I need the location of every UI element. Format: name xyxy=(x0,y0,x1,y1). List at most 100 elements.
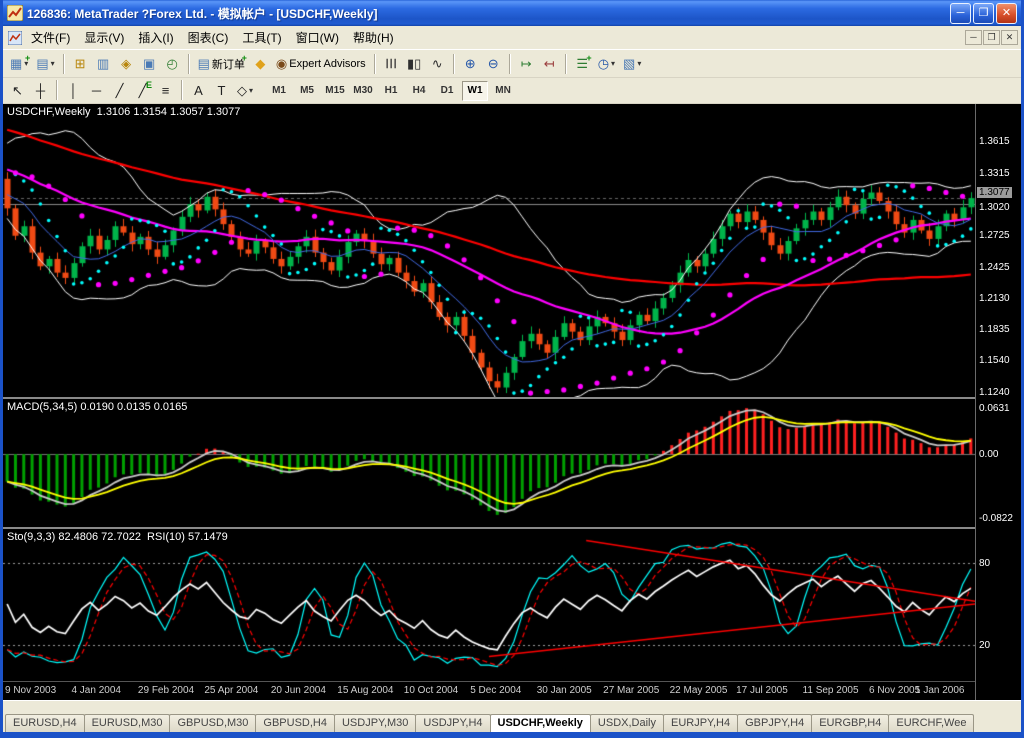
zoom-in-button[interactable]: ⊕ xyxy=(459,53,482,75)
minimize-button[interactable]: ─ xyxy=(950,3,971,24)
axis-label: 1.2130 xyxy=(979,293,1010,304)
child-minimize-button[interactable]: ─ xyxy=(965,30,982,45)
time-axis-label: 4 Jan 2004 xyxy=(71,685,121,696)
chart-shift-button[interactable]: ↤ xyxy=(538,53,561,75)
arrows-tool-button[interactable]: ◇▾ xyxy=(233,80,257,102)
timeframe-h1-button[interactable]: H1 xyxy=(378,81,404,101)
text-tool-icon: A xyxy=(194,84,203,97)
new-chart-icon: ▦ xyxy=(10,57,22,70)
toolbar-separator xyxy=(374,54,376,74)
market-watch-icon: ⊞ xyxy=(75,57,86,70)
time-axis-label: 9 Nov 2003 xyxy=(5,685,56,696)
periods-button[interactable]: ◷▾ xyxy=(594,53,619,75)
chart-candles-button[interactable]: ▮▯ xyxy=(403,53,426,75)
templates-button[interactable]: ▧▾ xyxy=(619,53,645,75)
axis-label: -0.0822 xyxy=(979,513,1013,524)
toolbar-separator xyxy=(188,54,190,74)
chart-tab-usdx-daily[interactable]: USDX,Daily xyxy=(590,714,664,732)
indicators-button[interactable]: ☰+ xyxy=(571,53,594,75)
menu-help[interactable]: 帮助(H) xyxy=(346,26,401,49)
menu-view[interactable]: 显示(V) xyxy=(77,26,131,49)
timeframe-m5-button[interactable]: M5 xyxy=(294,81,320,101)
timeframe-w1-button[interactable]: W1 xyxy=(462,81,488,101)
fibonacci-icon: ≡ xyxy=(162,84,170,97)
chart-bars-button[interactable]: ☰ xyxy=(380,53,403,75)
new-order-button[interactable]: ▤+新订单 xyxy=(194,53,249,75)
restore-button[interactable]: ❐ xyxy=(973,3,994,24)
timeframe-mn-button[interactable]: MN xyxy=(490,81,516,101)
menu-tools[interactable]: 工具(T) xyxy=(235,26,288,49)
market-watch-button[interactable]: ⊞ xyxy=(69,53,92,75)
expert-advisors-button[interactable]: ◉Expert Advisors xyxy=(272,53,370,75)
templates-dropdown-icon[interactable]: ▾ xyxy=(637,59,641,68)
chart-tab-gbpusd-m30[interactable]: GBPUSD,M30 xyxy=(169,714,256,732)
equidistant-channel-badge-icon: E xyxy=(146,81,152,90)
chart-line-button[interactable]: ∿ xyxy=(426,53,449,75)
chart-tab-usdjpy-h4[interactable]: USDJPY,H4 xyxy=(415,714,490,732)
equidistant-channel-button[interactable]: ╱E xyxy=(131,80,154,102)
time-axis-label: 30 Jan 2005 xyxy=(537,685,592,696)
price-axis[interactable]: 1.36151.33151.30201.27251.24251.21301.18… xyxy=(975,104,1021,700)
cursor-button[interactable]: ↖ xyxy=(6,80,29,102)
menu-insert[interactable]: 插入(I) xyxy=(131,26,180,49)
profiles-icon: ▤ xyxy=(36,57,48,70)
stochastic-canvas[interactable] xyxy=(3,529,975,681)
periods-dropdown-icon[interactable]: ▾ xyxy=(611,59,615,68)
chart-tab-eurusd-m30[interactable]: EURUSD,M30 xyxy=(84,714,171,732)
chart-tab-eurgbp-h4[interactable]: EURGBP,H4 xyxy=(811,714,889,732)
data-window-button[interactable]: ▥ xyxy=(92,53,115,75)
menu-file[interactable]: 文件(F) xyxy=(24,26,77,49)
timeframe-m30-button[interactable]: M30 xyxy=(350,81,376,101)
horizontal-line-icon: ─ xyxy=(92,84,101,97)
auto-scroll-button[interactable]: ↦ xyxy=(515,53,538,75)
menu-bar: 文件(F)显示(V)插入(I)图表(C)工具(T)窗口(W)帮助(H) ─ ❐ … xyxy=(3,26,1021,50)
menu-window[interactable]: 窗口(W) xyxy=(289,26,346,49)
chart-line-icon: ∿ xyxy=(432,57,443,70)
axis-label: 1.2425 xyxy=(979,262,1010,273)
price-chart-canvas[interactable] xyxy=(3,104,975,397)
chart-tab-eurjpy-h4[interactable]: EURJPY,H4 xyxy=(663,714,738,732)
zoom-out-icon: ⊖ xyxy=(488,57,499,70)
chart-tab-eurusd-h4[interactable]: EURUSD,H4 xyxy=(5,714,85,732)
text-label-icon: T xyxy=(218,84,226,97)
current-price-label: 1.3077 xyxy=(977,187,1012,198)
chart-tab-usdjpy-m30[interactable]: USDJPY,M30 xyxy=(334,714,416,732)
chart-tab-gbpjpy-h4[interactable]: GBPJPY,H4 xyxy=(737,714,812,732)
horizontal-line-button[interactable]: ─ xyxy=(85,80,108,102)
timeframe-d1-button[interactable]: D1 xyxy=(434,81,460,101)
chart-tab-usdchf-weekly[interactable]: USDCHF,Weekly xyxy=(490,714,591,732)
menu-charts[interactable]: 图表(C) xyxy=(181,26,236,49)
metaeditor-button[interactable]: ◆ xyxy=(249,53,272,75)
timeframe-m1-button[interactable]: M1 xyxy=(266,81,292,101)
time-axis-label: 22 May 2005 xyxy=(670,685,728,696)
zoom-out-button[interactable]: ⊖ xyxy=(482,53,505,75)
timeframe-h4-button[interactable]: H4 xyxy=(406,81,432,101)
axis-label: 1.3020 xyxy=(979,202,1010,213)
templates-icon: ▧ xyxy=(623,57,635,70)
navigator-button[interactable]: ◈ xyxy=(115,53,138,75)
time-axis-label: 27 Mar 2005 xyxy=(603,685,659,696)
child-restore-button[interactable]: ❐ xyxy=(983,30,1000,45)
fibonacci-button[interactable]: ≡ xyxy=(154,80,177,102)
arrows-tool-dropdown-icon[interactable]: ▾ xyxy=(249,86,253,95)
vertical-line-button[interactable]: │ xyxy=(62,80,85,102)
trendline-button[interactable]: ╱ xyxy=(108,80,131,102)
profiles-button[interactable]: ▤▾ xyxy=(32,53,58,75)
time-axis[interactable]: 9 Nov 20034 Jan 200429 Feb 200425 Apr 20… xyxy=(3,681,975,700)
indicators-badge-icon: + xyxy=(586,54,591,63)
macd-canvas[interactable] xyxy=(3,399,975,527)
profiles-dropdown-icon[interactable]: ▾ xyxy=(51,59,55,68)
timeframe-m15-button[interactable]: M15 xyxy=(322,81,348,101)
chart-tab-eurchf-wee[interactable]: EURCHF,Wee xyxy=(888,714,974,732)
new-chart-button[interactable]: ▦+▾ xyxy=(6,53,32,75)
strategy-tester-button[interactable]: ◴ xyxy=(161,53,184,75)
close-button[interactable]: ✕ xyxy=(996,3,1017,24)
terminal-button[interactable]: ▣ xyxy=(138,53,161,75)
window-title: 126836: MetaTrader ?Forex Ltd. - 模拟帐户 - … xyxy=(27,5,946,22)
chart-tab-gbpusd-h4[interactable]: GBPUSD,H4 xyxy=(255,714,335,732)
child-close-button[interactable]: ✕ xyxy=(1001,30,1018,45)
axis-label: 80 xyxy=(979,558,990,569)
text-tool-button[interactable]: A xyxy=(187,80,210,102)
crosshair-button[interactable]: ┼ xyxy=(29,80,52,102)
text-label-button[interactable]: T xyxy=(210,80,233,102)
